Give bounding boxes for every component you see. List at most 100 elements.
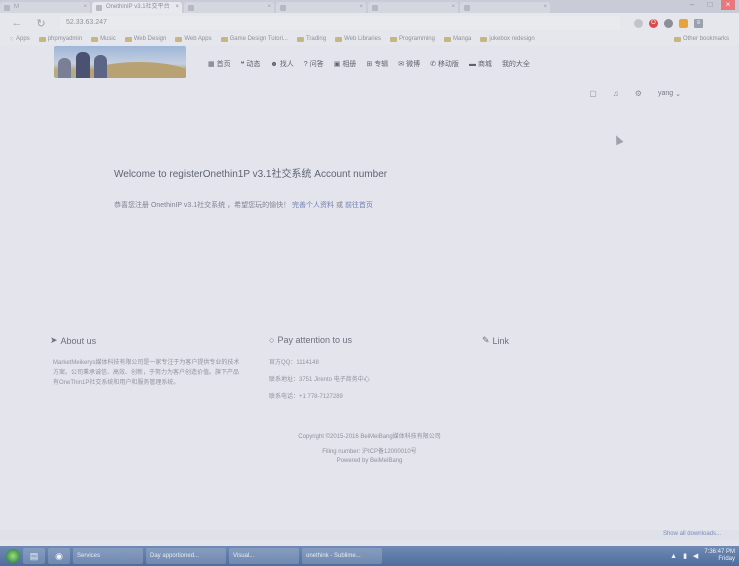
folder-icon [389, 36, 397, 42]
close-icon[interactable]: × [175, 2, 179, 13]
nav-item-label: 相册 [342, 61, 357, 68]
close-icon[interactable]: × [359, 2, 363, 13]
explorer-icon[interactable]: ▤ [23, 548, 45, 564]
apps-icon: ⁙ [9, 36, 15, 43]
start-button[interactable] [6, 549, 20, 563]
bookmark-item[interactable]: phpmyadmin [38, 36, 82, 42]
nav-item[interactable]: ☻ 找人 [270, 59, 293, 69]
bookmark-item[interactable]: Game Design Tutori... [220, 36, 288, 42]
browser-tab-gmail[interactable]: M × [0, 2, 90, 13]
nav-item-label: 商城 [477, 61, 492, 68]
chrome-icon[interactable]: ◉ [48, 548, 70, 564]
circle-icon: ○ [269, 335, 275, 345]
site-icon [464, 5, 470, 11]
bell-icon[interactable]: ♫ [613, 89, 619, 98]
question-icon: ? [303, 60, 308, 68]
bookmark-item[interactable]: Music [91, 36, 116, 42]
nav-item[interactable]: ▬ 商城 [469, 59, 492, 69]
browser-tab[interactable]: × [460, 2, 550, 13]
nav-item[interactable]: ❝ 动态 [241, 59, 261, 69]
gmail-icon [4, 5, 10, 11]
go-home-link[interactable]: 前往首页 [345, 202, 373, 209]
taskbar-item-window[interactable]: Visual... [229, 548, 299, 564]
folder-icon [673, 36, 681, 42]
close-window-button[interactable]: × [721, 0, 735, 10]
nav-item-label: 首页 [216, 61, 231, 68]
extension-icon[interactable] [664, 18, 673, 28]
about-heading: ➤ About us [50, 335, 97, 346]
folder-icon [175, 36, 183, 42]
board-icon: ⊞ [366, 61, 373, 68]
taskbar-item-services[interactable]: Services [73, 548, 143, 564]
browser-tab[interactable]: × [276, 2, 366, 13]
filing-number[interactable]: Filing number: 沪ICP备12000010号 [0, 446, 739, 455]
clock[interactable]: 7:36:47 PM Friday [704, 549, 735, 563]
nav-item[interactable]: ✆ 移动版 [430, 59, 459, 69]
bookmark-item[interactable]: Trading [296, 36, 326, 42]
bookmark-item[interactable]: Manga [443, 36, 471, 42]
url-input[interactable]: 52.33.63.247 [60, 16, 620, 30]
back-icon[interactable]: ← [10, 17, 24, 29]
key-icon[interactable] [634, 18, 643, 28]
message-icon[interactable]: ▢ [589, 89, 597, 98]
reload-icon[interactable]: ↻ [34, 17, 48, 30]
bookmark-item[interactable]: Web Design [124, 36, 166, 42]
gear-icon[interactable]: ⚙ [635, 89, 642, 98]
clock-time: 7:36:47 PM [704, 549, 735, 555]
cart-icon: ▬ [468, 60, 476, 68]
user-name: yang [657, 90, 674, 97]
maximize-button[interactable]: □ [703, 0, 717, 10]
address-bar: ← ↻ 52.33.63.247 O ≡ [0, 13, 739, 33]
nav-item[interactable]: ? 问答 [304, 59, 324, 69]
nav-item[interactable]: ▦ 首页 [208, 59, 231, 69]
github-icon [372, 5, 378, 11]
mouse-cursor [612, 133, 624, 146]
bookmark-apps[interactable]: ⁙ Apps [9, 36, 30, 43]
site-header: ▦ 首页 ❝ 动态 ☻ 找人 ? 问答 ▣ 相册 ⊞ 专辑 ✉ 微博 ✆ 移动版 ▬ 商城 我的大全 [0, 45, 739, 81]
close-icon[interactable]: × [543, 2, 547, 13]
downloads-bar: Show all downloads... [0, 530, 739, 540]
contact-heading: ○ Pay attention to us [269, 335, 352, 345]
complete-profile-link[interactable]: 完善个人资料 [292, 202, 334, 209]
main-nav: ▦ 首页 ❝ 动态 ☻ 找人 ? 问答 ▣ 相册 ⊞ 专辑 ✉ 微博 ✆ 移动版 ▬ 商城 我的大全 [208, 59, 540, 69]
copyright-text: Copyright ©2015-2016 BeiMeiBang媒体科技有限公司 [298, 434, 441, 440]
close-icon[interactable]: × [83, 2, 87, 13]
phone-text: 联系电话：+1 778-7127289 [269, 394, 343, 400]
close-icon[interactable]: × [267, 2, 271, 13]
browser-tab[interactable]: × [368, 2, 458, 13]
arrow-up-icon[interactable]: ▲ [670, 553, 677, 560]
other-bookmarks[interactable]: Other bookmarks [673, 36, 729, 42]
network-icon[interactable]: ▮ [683, 552, 687, 560]
nav-item[interactable]: ⊞ 专辑 [366, 59, 388, 69]
page: ▦ 首页 ❝ 动态 ☻ 找人 ? 问答 ▣ 相册 ⊞ 专辑 ✉ 微博 ✆ 移动版 ▬ 商城 我的大全 ▢ ♫ ⚙ y… [0, 45, 739, 546]
minimize-button[interactable]: – [685, 0, 699, 10]
taskbar-item-sublime[interactable]: onethink - Sublime... [302, 548, 382, 564]
nav-item[interactable]: ✉ 微博 [398, 59, 420, 69]
extension-icon[interactable] [679, 18, 688, 28]
site-icon [96, 5, 102, 11]
nav-item-label: 找人 [279, 61, 294, 68]
bookmark-item[interactable]: Web Apps [175, 36, 212, 42]
bookmark-item[interactable]: Programming [389, 36, 435, 42]
volume-icon[interactable]: ◀ [693, 552, 698, 560]
address-text: 联系地址：3751 Jirento 电子商务中心 [269, 377, 370, 383]
taskbar-item-window[interactable]: Day apportioned... [146, 548, 226, 564]
home-icon: ▦ [208, 61, 215, 68]
nav-item[interactable]: 我的大全 [502, 59, 530, 69]
bookmark-item[interactable]: jukebox redesign [480, 36, 535, 42]
site-logo[interactable] [54, 46, 186, 78]
or-text: 或 [335, 202, 343, 209]
site-icon [188, 5, 194, 11]
menu-icon[interactable]: ≡ [694, 18, 703, 28]
browser-tab-active[interactable]: OnethinIP v3.1社交平台 × [92, 2, 182, 13]
show-all-downloads-link[interactable]: Show all downloads... [663, 531, 721, 537]
people-icon: ☻ [270, 60, 278, 68]
browser-tab[interactable]: × [184, 2, 274, 13]
user-menu[interactable]: yang ⌄ [658, 90, 681, 98]
opera-icon[interactable]: O [649, 18, 658, 28]
picture-icon: ▣ [333, 61, 341, 68]
nav-item[interactable]: ▣ 相册 [334, 59, 357, 69]
nav-item-label: 我的大全 [501, 61, 530, 68]
close-icon[interactable]: × [451, 2, 455, 13]
bookmark-item[interactable]: Web Libraries [335, 36, 381, 42]
